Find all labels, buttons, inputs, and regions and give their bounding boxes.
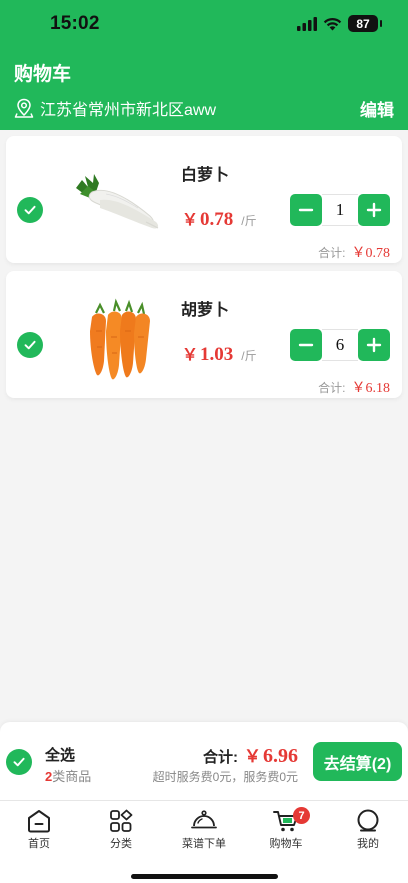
tab-profile[interactable]: 我的	[327, 805, 408, 855]
price-unit: /斤	[241, 349, 257, 363]
subtotal-value: ￥0.78	[351, 246, 391, 261]
cart-badge: 7	[293, 807, 310, 824]
plus-icon	[366, 202, 382, 218]
cart-item: 白萝卜 ￥ 0.78 /斤 1 合计: ￥0.78	[6, 136, 402, 263]
wifi-icon	[323, 17, 342, 30]
checkout-bar: 全选 2类商品 合计: ￥ 6.96 超时服务费0元，服务费0元 去结算(2)	[0, 722, 408, 800]
service-fee-note: 超时服务费0元，服务费0元	[152, 770, 298, 784]
tab-label: 我的	[357, 838, 379, 850]
item-select-checkbox[interactable]	[17, 332, 43, 358]
item-select-checkbox[interactable]	[17, 197, 43, 223]
check-icon	[13, 757, 25, 767]
increase-quantity-button[interactable]	[358, 329, 390, 361]
subtotal-value: ￥6.18	[351, 381, 391, 396]
edit-button[interactable]: 编辑	[360, 96, 394, 121]
tab-label: 首页	[28, 838, 50, 850]
quantity-value[interactable]: 6	[322, 329, 358, 361]
tab-home[interactable]: 首页	[0, 805, 80, 855]
status-bar: 15:02 87	[0, 0, 408, 50]
profile-icon	[357, 809, 379, 832]
tab-label: 购物车	[269, 838, 303, 850]
home-indicator	[131, 874, 278, 879]
increase-quantity-button[interactable]	[358, 194, 390, 226]
select-all-checkbox[interactable]	[6, 749, 32, 775]
status-icons: 87	[297, 15, 382, 32]
minus-icon	[298, 208, 314, 212]
item-subtotal: 合计: ￥0.78	[318, 242, 390, 262]
quantity-stepper: 6	[290, 329, 390, 361]
tab-category[interactable]: 分类	[80, 805, 162, 855]
checkout-button[interactable]: 去结算(2)	[313, 742, 402, 781]
tab-label: 分类	[110, 838, 132, 850]
total-row: 合计: ￥ 6.96	[203, 742, 298, 768]
decrease-quantity-button[interactable]	[290, 329, 322, 361]
check-icon	[24, 205, 36, 215]
cloche-icon	[191, 810, 217, 829]
location-pin-icon	[14, 98, 34, 118]
white-radish-image	[76, 174, 159, 229]
tab-recipe-order[interactable]: 菜谱下单	[163, 805, 245, 855]
cellular-signal-icon	[297, 16, 317, 31]
app-header: 15:02 87 购物车 江苏省常州市新北区aww 编辑	[0, 0, 408, 130]
subtotal-label: 合计:	[318, 381, 346, 395]
tab-bar: 首页 分类 菜谱下单 7 购物车 我的	[0, 800, 408, 883]
total-label: 合计:	[203, 749, 238, 766]
check-icon	[24, 340, 36, 350]
total-value: ￥ 6.96	[244, 745, 298, 767]
minus-icon	[298, 343, 314, 347]
address-selector[interactable]: 江苏省常州市新北区aww	[14, 96, 216, 120]
quantity-stepper: 1	[290, 194, 390, 226]
product-name: 白萝卜	[181, 167, 230, 184]
product-name: 胡萝卜	[181, 302, 230, 319]
subtotal-label: 合计:	[318, 246, 346, 260]
price-unit: /斤	[241, 214, 257, 228]
cart-item: 胡萝卜 ￥ 1.03 /斤 6 合计: ￥6.18	[6, 271, 402, 398]
page-title: 购物车	[14, 64, 72, 85]
status-time: 15:02	[50, 13, 100, 34]
category-count: 2类商品	[45, 769, 92, 784]
plus-icon	[366, 337, 382, 353]
select-all-label[interactable]: 全选	[45, 744, 75, 765]
decrease-quantity-button[interactable]	[290, 194, 322, 226]
quantity-value[interactable]: 1	[322, 194, 358, 226]
home-icon	[28, 810, 50, 833]
price-row: ￥ 0.78 /斤	[182, 206, 257, 231]
tab-cart[interactable]: 7 购物车	[245, 805, 327, 855]
price-row: ￥ 1.03 /斤	[182, 341, 257, 366]
tab-label: 菜谱下单	[182, 838, 226, 850]
battery-indicator: 87	[348, 15, 382, 32]
carrot-image	[90, 298, 150, 380]
category-icon	[110, 809, 133, 832]
item-subtotal: 合计: ￥6.18	[318, 377, 390, 397]
address-text: 江苏省常州市新北区aww	[40, 102, 217, 119]
unit-price: ￥ 1.03	[182, 344, 234, 365]
unit-price: ￥ 0.78	[182, 209, 234, 230]
